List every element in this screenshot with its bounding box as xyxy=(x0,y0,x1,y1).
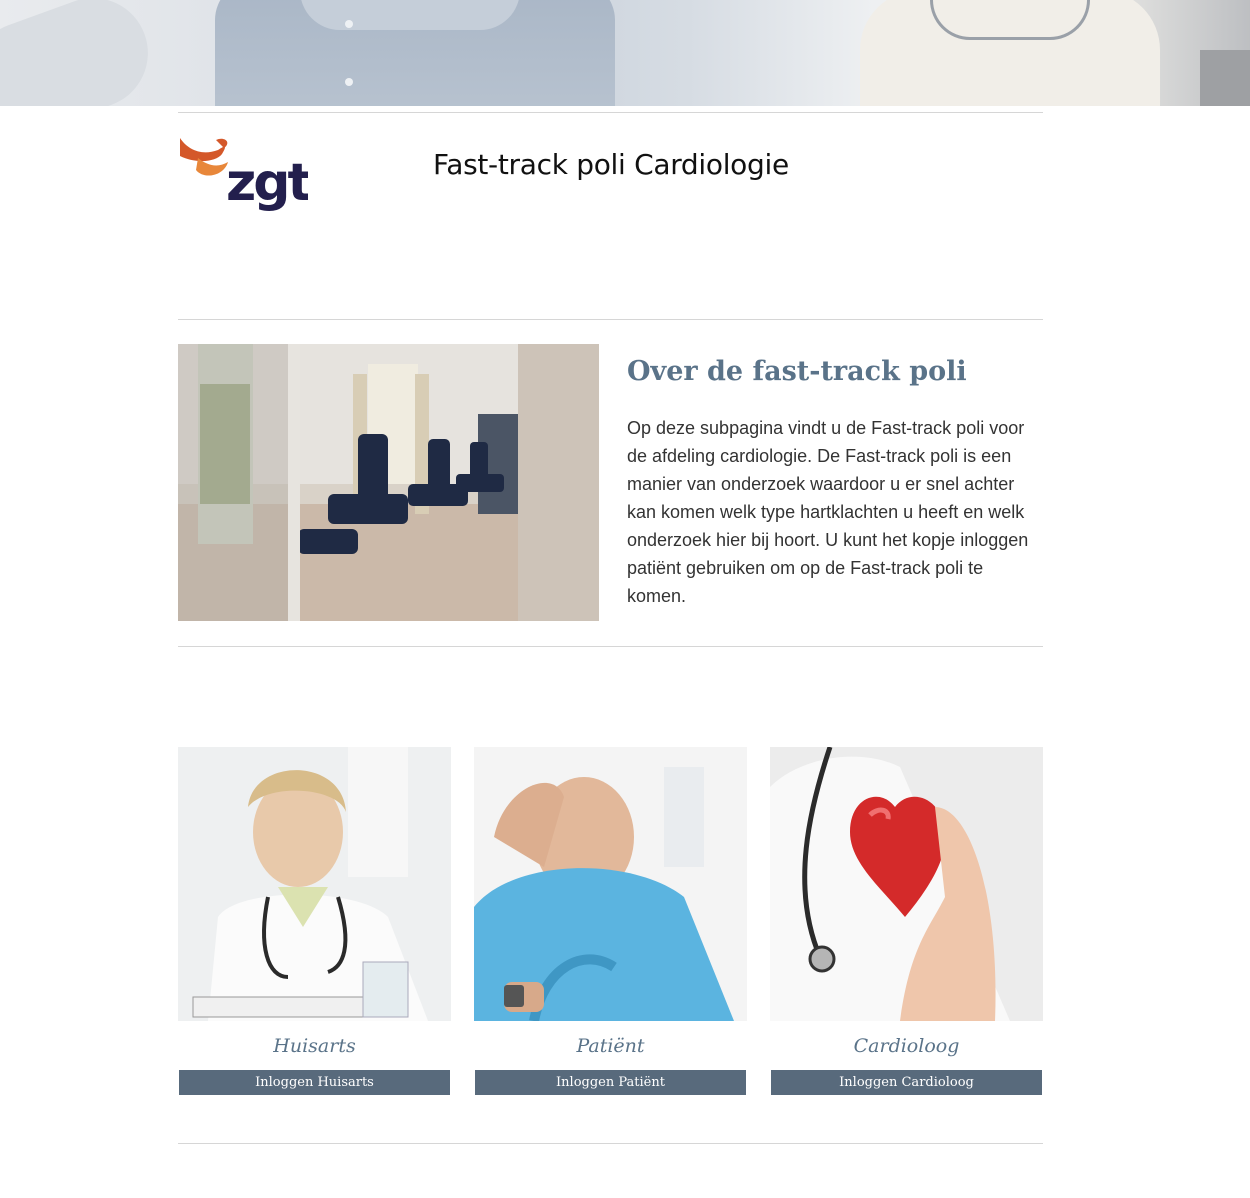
card-huisarts: Huisarts Inloggen Huisarts xyxy=(178,747,451,1095)
waiting-room-photo xyxy=(178,344,599,621)
huisarts-photo xyxy=(178,747,451,1021)
card-title: Huisarts xyxy=(273,1035,356,1057)
divider xyxy=(178,319,1043,320)
card-patient: Patiënt Inloggen Patiënt xyxy=(474,747,747,1095)
page-title: Fast-track poli Cardiologie xyxy=(433,148,789,181)
about-text: Op deze subpagina vindt u de Fast-track … xyxy=(627,418,1029,606)
cardioloog-photo xyxy=(770,747,1043,1021)
card-cardioloog: Cardioloog Inloggen Cardioloog xyxy=(770,747,1043,1095)
logo-lettering: zgt xyxy=(226,153,308,213)
card-title: Patiënt xyxy=(576,1035,645,1057)
login-cardioloog-button[interactable]: Inloggen Cardioloog xyxy=(771,1070,1042,1095)
login-huisarts-button[interactable]: Inloggen Huisarts xyxy=(179,1070,450,1095)
zgt-logo[interactable]: zgt xyxy=(178,136,314,222)
hero-banner-image xyxy=(0,0,1250,106)
login-patient-button[interactable]: Inloggen Patiënt xyxy=(475,1070,746,1095)
card-title: Cardioloog xyxy=(853,1035,960,1057)
divider xyxy=(178,646,1043,647)
divider xyxy=(178,112,1043,113)
patient-photo xyxy=(474,747,747,1021)
divider xyxy=(178,1143,1043,1144)
about-heading: Over de fast-track poli xyxy=(627,356,967,387)
